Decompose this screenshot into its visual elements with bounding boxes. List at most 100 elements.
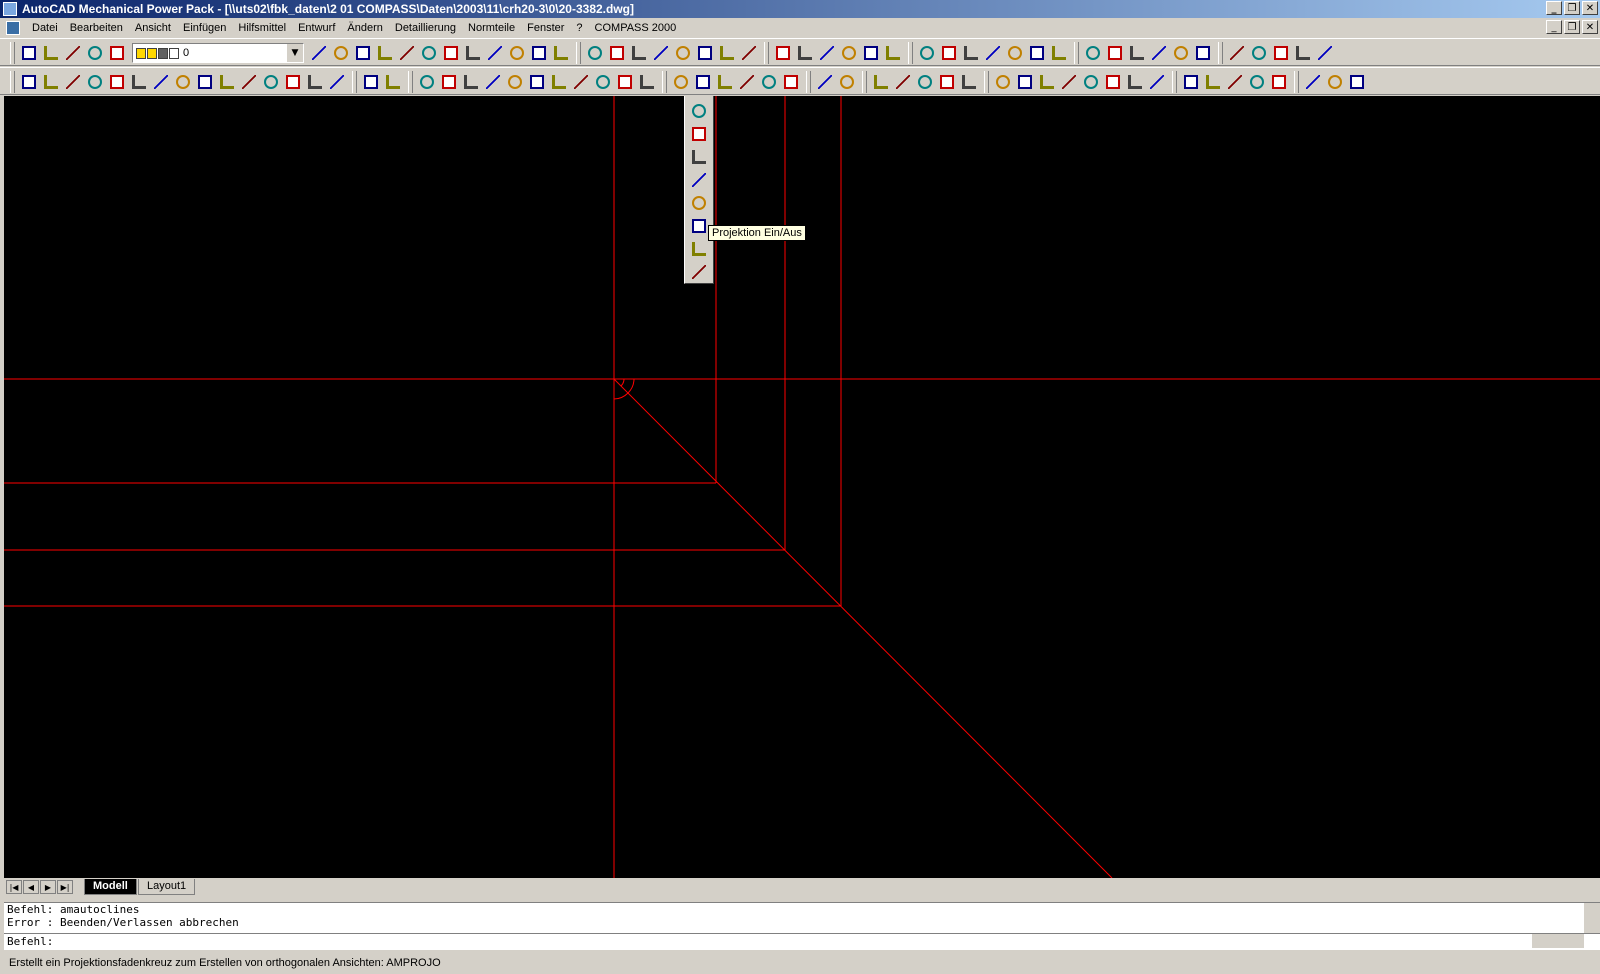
export-button[interactable] (1324, 71, 1346, 93)
angle-line-button[interactable] (688, 168, 710, 191)
redo-arrow-button[interactable] (982, 42, 1004, 64)
parts-button[interactable] (1268, 71, 1290, 93)
user-button[interactable] (738, 42, 760, 64)
command-vertical-scrollbar[interactable] (1584, 903, 1600, 933)
zoom-button[interactable] (440, 42, 462, 64)
toolbar-grip[interactable] (984, 71, 989, 93)
preview-button[interactable] (916, 42, 938, 64)
rotate-button[interactable] (40, 71, 62, 93)
edit-button[interactable] (18, 71, 40, 93)
tab-layout1[interactable]: Layout1 (138, 879, 196, 895)
block-button[interactable] (838, 42, 860, 64)
menu-item[interactable]: Ansicht (129, 21, 177, 35)
doc-restore-button[interactable]: ❐ (1564, 20, 1580, 34)
hole-button[interactable] (714, 71, 736, 93)
plot-button[interactable] (84, 42, 106, 64)
break-button[interactable] (216, 71, 238, 93)
drawing-canvas[interactable] (4, 96, 1600, 878)
toolbar-grip[interactable] (10, 42, 15, 64)
bisect-line-button[interactable] (688, 260, 710, 283)
group-button[interactable] (892, 71, 914, 93)
toolbar-grip[interactable] (408, 71, 413, 93)
menu-item[interactable]: COMPASS 2000 (589, 21, 683, 35)
undo-arrow-button[interactable] (960, 42, 982, 64)
projection-button[interactable] (614, 71, 636, 93)
redraw-button[interactable] (484, 42, 506, 64)
spline-button[interactable] (460, 71, 482, 93)
ucs-button[interactable] (528, 42, 550, 64)
text-a-button[interactable] (936, 71, 958, 93)
table-button[interactable] (418, 42, 440, 64)
move-button[interactable] (62, 71, 84, 93)
intersect-line-button[interactable] (688, 237, 710, 260)
menu-item[interactable]: Bearbeiten (64, 21, 129, 35)
chamfer-button[interactable] (304, 71, 326, 93)
last-tab-button[interactable]: ▶| (57, 880, 73, 894)
zoom-window-button[interactable] (1026, 42, 1048, 64)
tab-modell[interactable]: Modell (84, 879, 137, 895)
autocad-logo-button[interactable] (584, 42, 606, 64)
leader-button[interactable] (836, 71, 858, 93)
tool-palette-button[interactable] (374, 42, 396, 64)
save-button[interactable] (62, 42, 84, 64)
note-button[interactable] (1146, 71, 1168, 93)
toolbar-grip[interactable] (10, 71, 15, 93)
stretch-button[interactable] (84, 71, 106, 93)
offset-button[interactable] (150, 71, 172, 93)
layer-manager-button[interactable] (772, 42, 794, 64)
smiley-button[interactable] (1292, 42, 1314, 64)
frame-button[interactable] (636, 71, 658, 93)
pin-button[interactable] (1080, 71, 1102, 93)
command-input[interactable]: Befehl: (4, 933, 1600, 949)
triangle-button[interactable] (1124, 71, 1146, 93)
next-tab-button[interactable]: ▶ (40, 880, 56, 894)
properties-button[interactable] (330, 42, 352, 64)
pan-button[interactable] (462, 42, 484, 64)
toolbar-grip[interactable] (764, 42, 769, 64)
toolbar-grip[interactable] (862, 71, 867, 93)
curve-button[interactable] (1102, 71, 1124, 93)
menu-item[interactable]: Detaillierung (389, 21, 462, 35)
measure-button[interactable] (1226, 42, 1248, 64)
design-center-button[interactable] (352, 42, 374, 64)
trim-button[interactable] (172, 71, 194, 93)
close-button[interactable]: ✕ (1582, 1, 1598, 15)
fillet-button[interactable] (282, 71, 304, 93)
scale-button[interactable] (1270, 42, 1292, 64)
toolbar-grip[interactable] (352, 71, 357, 93)
construction-button[interactable] (592, 71, 614, 93)
dot-button[interactable] (606, 42, 628, 64)
menu-item[interactable]: Einfügen (177, 21, 232, 35)
toolbar-grip[interactable] (1218, 42, 1223, 64)
rectangle-button[interactable] (260, 71, 282, 93)
dim-button[interactable] (1170, 42, 1192, 64)
corner-button[interactable] (326, 71, 348, 93)
layer-combo[interactable]: 0 ▼ (132, 43, 304, 63)
mtext-button[interactable] (958, 71, 980, 93)
db-connect-button[interactable] (396, 42, 418, 64)
toolbar-grip[interactable] (662, 71, 667, 93)
globe-button[interactable] (1346, 71, 1368, 93)
bom-button[interactable] (1246, 71, 1268, 93)
doc-minimize-button[interactable]: _ (1546, 20, 1562, 34)
parallel-line-button[interactable] (688, 145, 710, 168)
rect-button[interactable] (482, 71, 504, 93)
regen-button[interactable] (506, 42, 528, 64)
arc-button[interactable] (438, 71, 460, 93)
hatch-button[interactable] (672, 42, 694, 64)
projection-toggle-button[interactable] (688, 214, 710, 237)
help-button[interactable] (716, 42, 738, 64)
purge-button[interactable] (882, 42, 904, 64)
toolbar-grip[interactable] (908, 42, 913, 64)
insert-button[interactable] (814, 71, 836, 93)
array-button[interactable] (106, 71, 128, 93)
toolbar-grip[interactable] (1294, 71, 1299, 93)
copy-button[interactable] (1126, 42, 1148, 64)
symbol-button[interactable] (1014, 71, 1036, 93)
download-button[interactable] (736, 71, 758, 93)
zoom-realtime-button[interactable] (1004, 42, 1026, 64)
return-button[interactable] (382, 71, 404, 93)
centerline-button[interactable] (1082, 42, 1104, 64)
minimize-button[interactable]: _ (1546, 1, 1562, 15)
mirror-button[interactable] (128, 71, 150, 93)
